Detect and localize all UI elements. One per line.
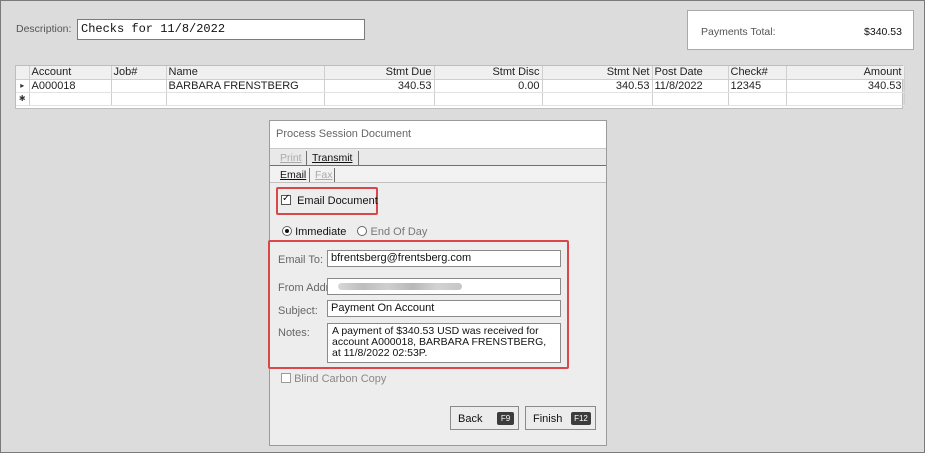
- from-addr-label: From Addr:: [278, 282, 333, 294]
- column-header-stmt-disc[interactable]: Stmt Disc: [434, 66, 543, 80]
- main-window: Description: Checks for 11/8/2022 Paymen…: [0, 0, 925, 453]
- cell-account[interactable]: A000018: [29, 79, 112, 93]
- column-header-account[interactable]: Account: [29, 66, 112, 80]
- new-cell[interactable]: [111, 92, 167, 106]
- column-header-stmt-due[interactable]: Stmt Due: [324, 66, 435, 80]
- row-indicator-header: [16, 66, 30, 80]
- blind-copy-label: Blind Carbon Copy: [294, 373, 387, 385]
- new-row-marker-icon: ✱: [16, 92, 30, 106]
- channel-tab-bar: Email Fax: [270, 166, 606, 183]
- email-to-label: Email To:: [278, 254, 324, 266]
- blind-copy-checkbox[interactable]: [281, 373, 291, 383]
- cell-amount[interactable]: 340.53: [786, 79, 905, 93]
- notes-label: Notes:: [278, 327, 310, 339]
- cell-stmt-due[interactable]: 340.53: [324, 79, 435, 93]
- finish-button-label: Finish: [533, 413, 563, 425]
- cell-stmt-disc[interactable]: 0.00: [434, 79, 543, 93]
- cell-name[interactable]: BARBARA FRENSTBERG: [166, 79, 325, 93]
- tab-divider: [334, 168, 335, 182]
- tab-email[interactable]: Email: [280, 169, 306, 181]
- column-header-check[interactable]: Check#: [728, 66, 787, 80]
- transmit-tab-bar: Print Transmit: [270, 149, 606, 166]
- f9-key-icon: F9: [497, 412, 514, 425]
- table-row[interactable]: ▸ A000018 BARBARA FRENSTBERG 340.53 0.00…: [16, 79, 905, 93]
- cell-stmt-net[interactable]: 340.53: [542, 79, 653, 93]
- new-row[interactable]: ✱: [16, 92, 905, 106]
- column-header-stmt-net[interactable]: Stmt Net: [542, 66, 653, 80]
- column-header-post-date[interactable]: Post Date: [652, 66, 729, 80]
- back-button-label: Back: [458, 413, 483, 425]
- radio-immediate-label: Immediate: [295, 226, 347, 238]
- tab-divider: [309, 168, 310, 182]
- payments-total-label: Payments Total:: [701, 26, 776, 38]
- description-label: Description:: [16, 23, 72, 35]
- radio-end-of-day[interactable]: [357, 226, 368, 236]
- tab-print[interactable]: Print: [280, 152, 302, 164]
- email-document-checkbox[interactable]: [281, 193, 291, 205]
- payments-grid[interactable]: Account Job# Name Stmt Due Stmt Disc Stm…: [15, 65, 905, 109]
- tab-divider: [306, 151, 307, 165]
- column-header-job[interactable]: Job#: [111, 66, 167, 80]
- grid-header-row: Account Job# Name Stmt Due Stmt Disc Stm…: [16, 66, 905, 80]
- radio-immediate[interactable]: [282, 226, 292, 236]
- new-cell[interactable]: [652, 92, 729, 106]
- notes-textarea[interactable]: A payment of $340.53 USD was received fo…: [327, 323, 561, 363]
- email-document-label: Email Document: [297, 195, 378, 207]
- timing-radio-group: Immediate End Of Day: [282, 226, 427, 238]
- new-cell[interactable]: [728, 92, 787, 106]
- tab-fax[interactable]: Fax: [315, 169, 333, 181]
- cell-job[interactable]: [111, 79, 167, 93]
- cell-check[interactable]: 12345: [728, 79, 787, 93]
- payments-total-value: $340.53: [864, 26, 902, 38]
- dialog-title: Process Session Document: [270, 121, 606, 149]
- finish-button[interactable]: Finish F12: [525, 406, 596, 430]
- radio-end-of-day-label: End Of Day: [370, 226, 428, 238]
- new-cell[interactable]: [166, 92, 325, 106]
- email-to-field[interactable]: bfrentsberg@frentsberg.com: [327, 250, 561, 267]
- back-button[interactable]: Back F9: [450, 406, 519, 430]
- new-cell[interactable]: [324, 92, 435, 106]
- cell-post-date[interactable]: 11/8/2022: [652, 79, 729, 93]
- blind-copy-checkbox-row[interactable]: Blind Carbon Copy: [281, 373, 386, 385]
- from-addr-field[interactable]: [327, 278, 561, 295]
- current-row-marker-icon: ▸: [16, 79, 30, 93]
- tab-divider: [358, 151, 359, 165]
- f12-key-icon: F12: [571, 412, 591, 425]
- subject-label: Subject:: [278, 305, 318, 317]
- new-cell[interactable]: [29, 92, 112, 106]
- column-header-amount[interactable]: Amount: [786, 66, 905, 80]
- payments-total-panel: Payments Total: $340.53: [687, 10, 914, 50]
- new-cell[interactable]: [434, 92, 543, 106]
- email-document-checkbox-row[interactable]: Email Document: [281, 193, 378, 207]
- tab-transmit[interactable]: Transmit: [312, 152, 352, 164]
- subject-field[interactable]: Payment On Account: [327, 300, 561, 317]
- new-cell[interactable]: [786, 92, 905, 106]
- column-header-name[interactable]: Name: [166, 66, 325, 80]
- redacted-text: [338, 283, 462, 290]
- description-input[interactable]: Checks for 11/8/2022: [77, 19, 365, 40]
- new-cell[interactable]: [542, 92, 653, 106]
